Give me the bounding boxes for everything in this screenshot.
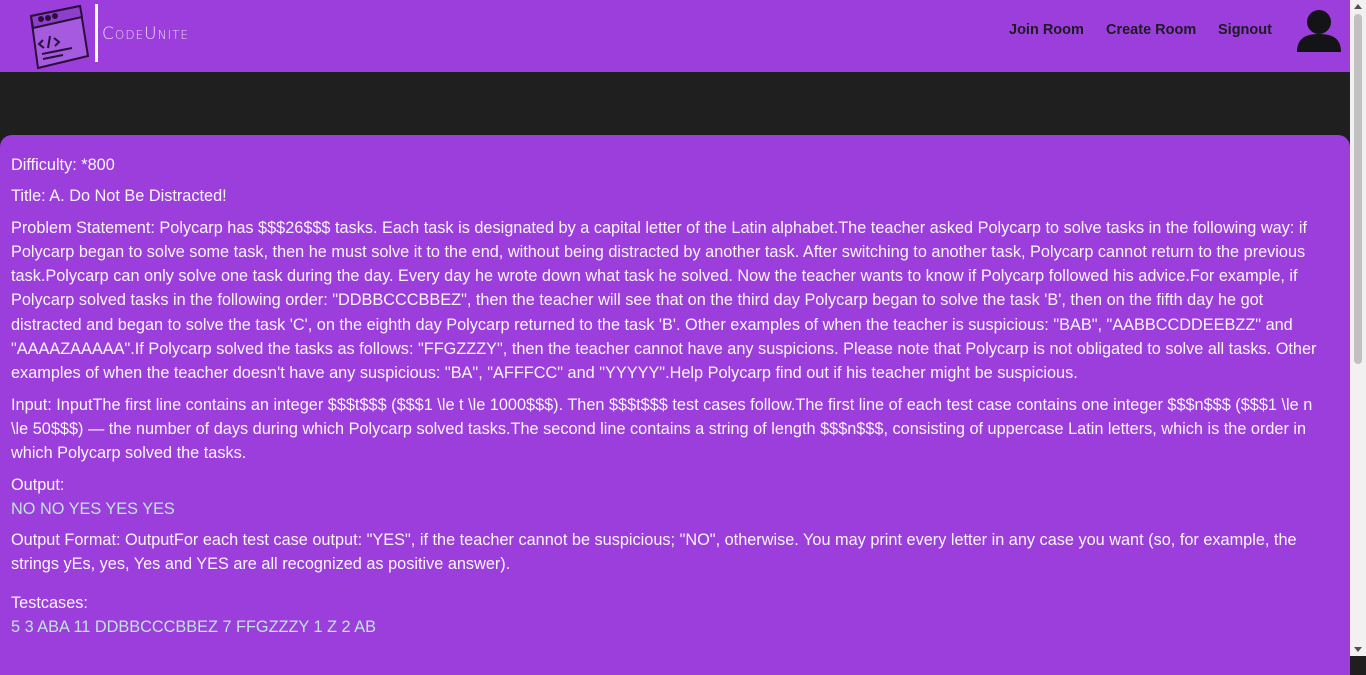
problem-statement: Problem Statement: Polycarp has $$$26$$$… xyxy=(11,218,1317,383)
code-window-logo-icon xyxy=(29,4,98,70)
output-format: Output Format: OutputFor each test case … xyxy=(11,531,1297,574)
scroll-down-arrow-icon[interactable] xyxy=(1354,647,1362,652)
join-room-link[interactable]: Join Room xyxy=(1009,22,1084,38)
testcases-label: Testcases: xyxy=(11,593,88,612)
difficulty-text: Difficulty: *800 xyxy=(11,156,115,174)
output-value: NO NO YES YES YES xyxy=(11,499,175,518)
scroll-up-arrow-icon[interactable] xyxy=(1354,4,1362,9)
create-room-link[interactable]: Create Room xyxy=(1106,22,1196,38)
navbar: CodeUnite Join Room Create Room Signout xyxy=(0,0,1350,72)
problem-panel: Difficulty: *800 Title: A. Do Not Be Dis… xyxy=(0,135,1350,675)
testcases-value: 5 3 ABA 11 DDBBCCCBBEZ 7 FFGZZZY 1 Z 2 A… xyxy=(11,618,376,637)
signout-link[interactable]: Signout xyxy=(1218,22,1272,38)
scrollbar-thumb[interactable] xyxy=(1354,14,1362,364)
input-description: Input: InputThe first line contains an i… xyxy=(11,395,1313,463)
page-scrollbar[interactable] xyxy=(1350,0,1366,656)
user-avatar-icon[interactable] xyxy=(1296,8,1342,52)
brand-name: CodeUnite xyxy=(102,24,190,44)
brand-logo[interactable]: CodeUnite xyxy=(28,0,188,72)
problem-details: Difficulty: *800 Title: A. Do Not Be Dis… xyxy=(11,153,1331,646)
output-label: Output: xyxy=(11,475,65,494)
problem-title: Title: A. Do Not Be Distracted! xyxy=(11,187,227,206)
